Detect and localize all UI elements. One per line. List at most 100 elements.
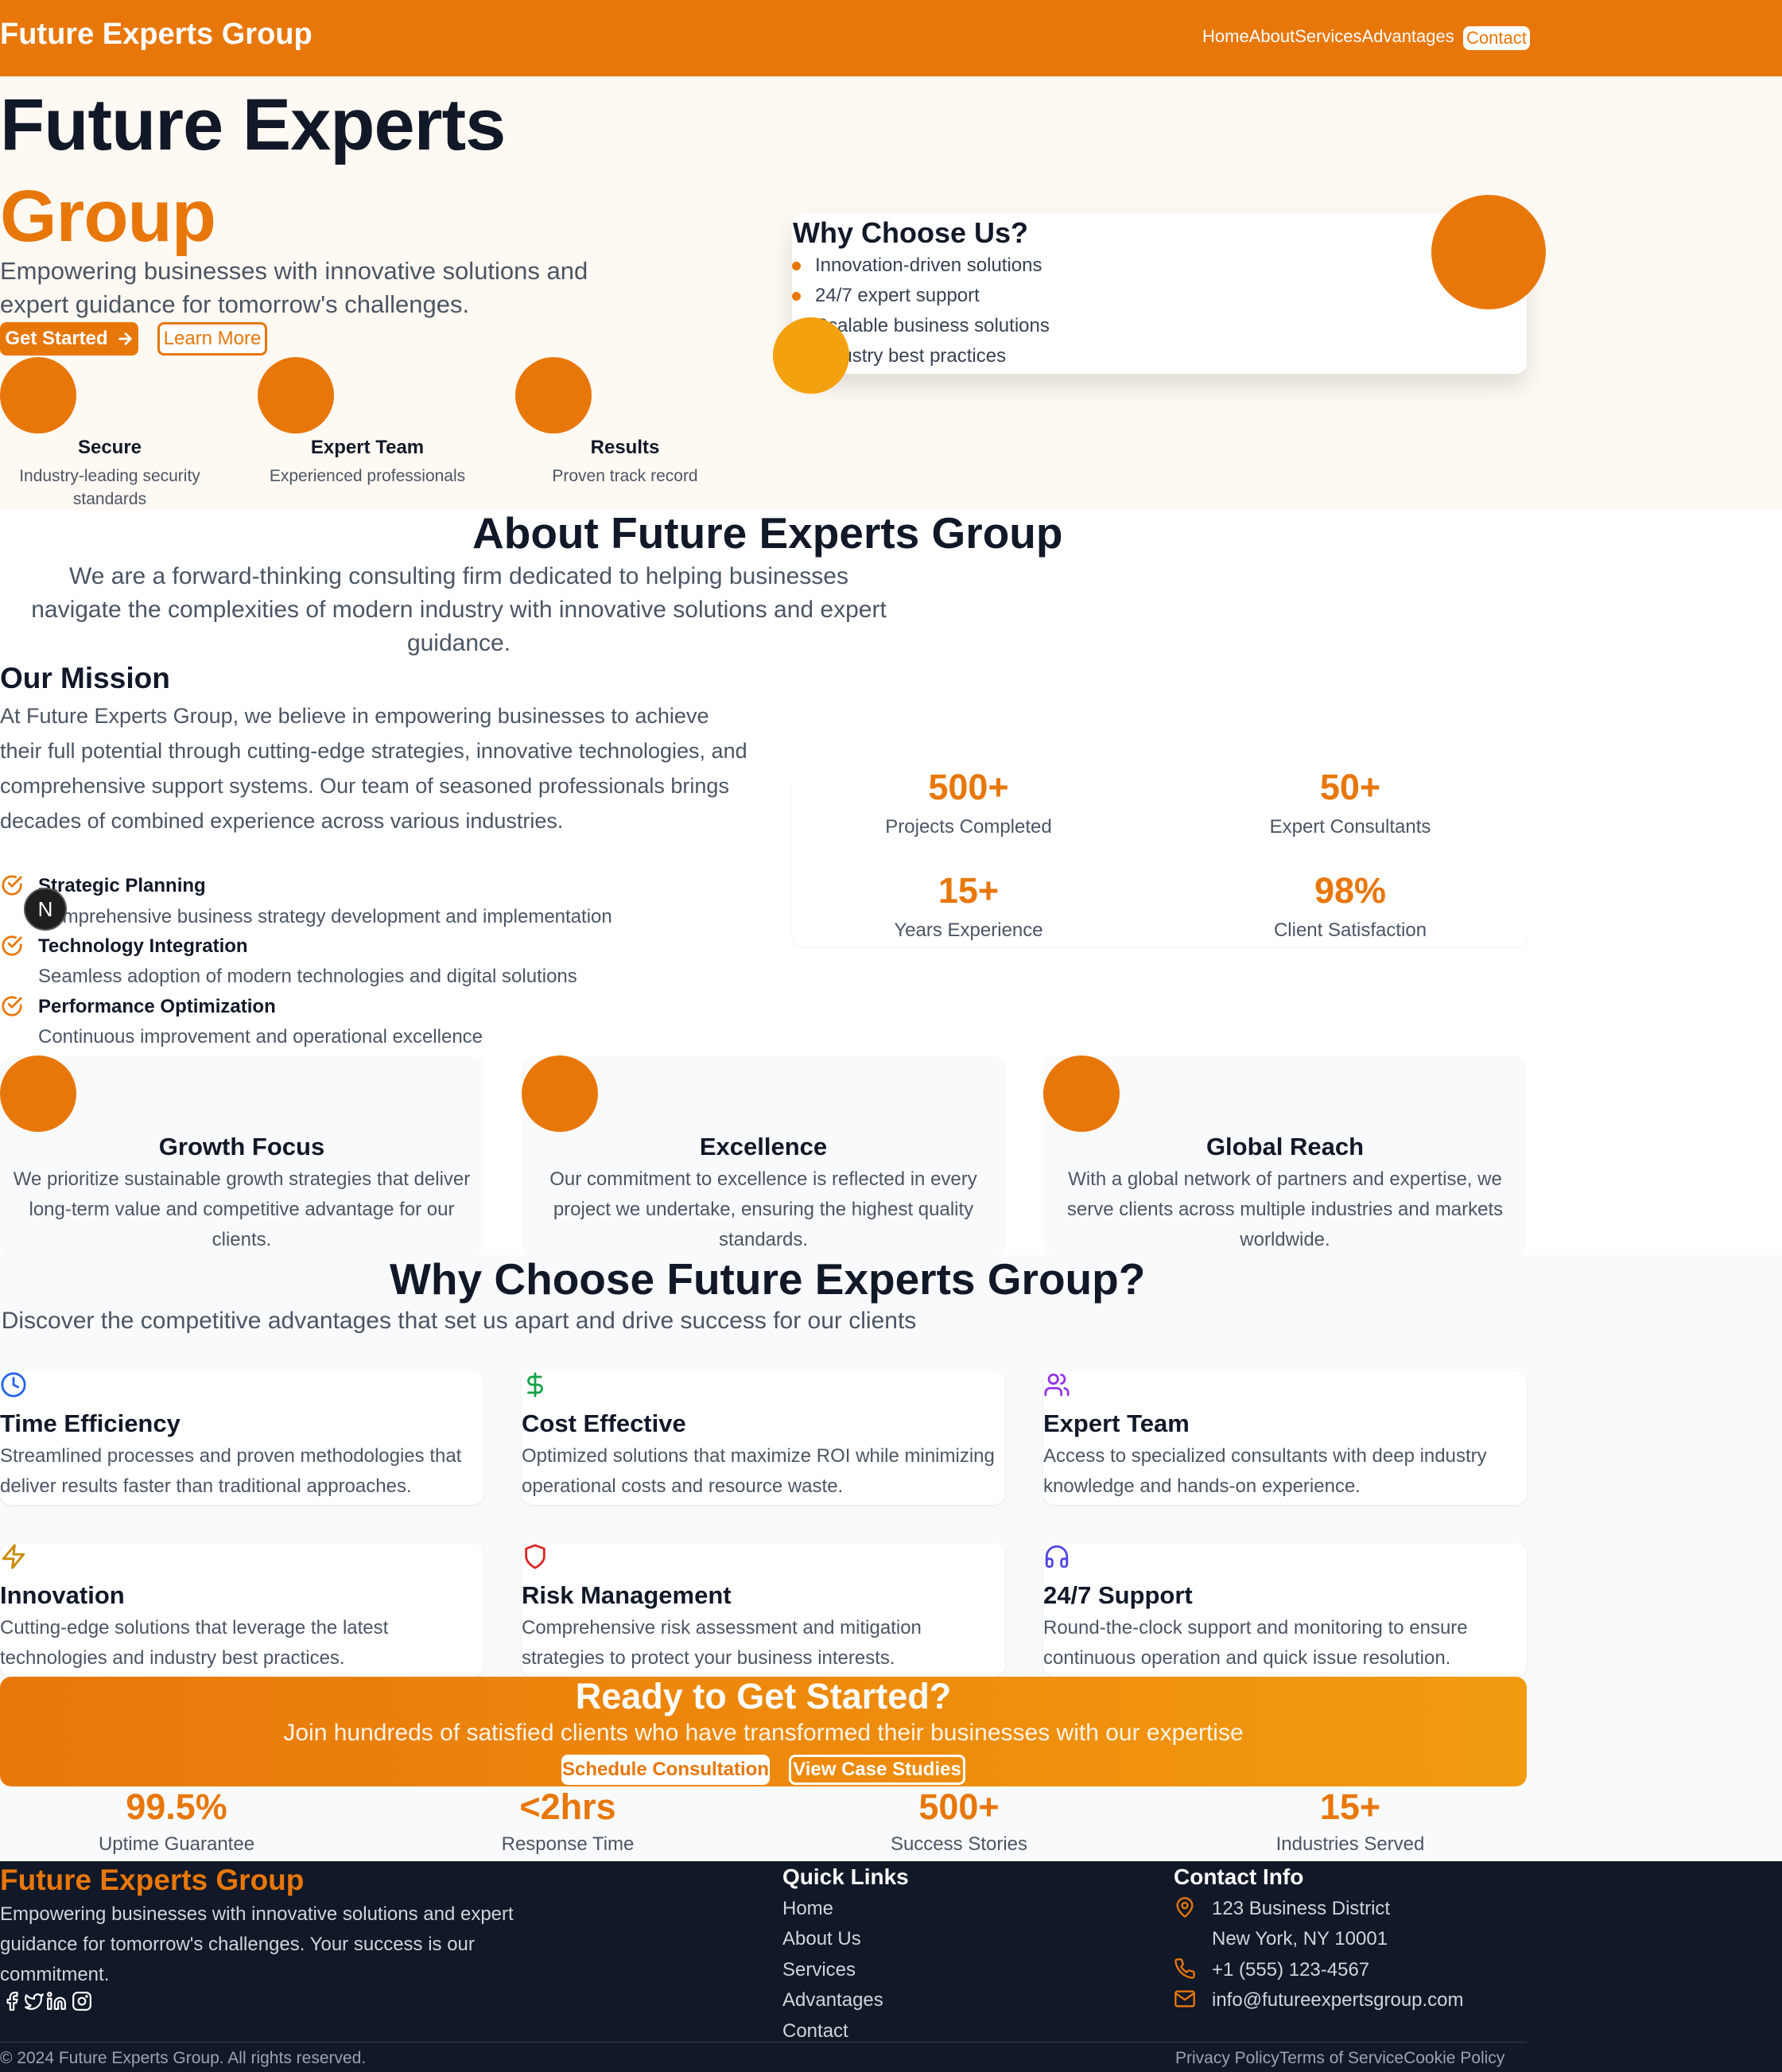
global-icon-circle xyxy=(1043,1055,1120,1132)
overlay-badge[interactable]: N xyxy=(24,888,67,931)
nav-links: Home About Services Advantages xyxy=(1202,26,1454,47)
get-started-button[interactable]: Get Started xyxy=(0,322,138,356)
brand-logo[interactable]: Future Experts Group xyxy=(0,17,313,52)
mission-title: Our Mission xyxy=(0,662,170,694)
value-title: Growth Focus xyxy=(158,1133,325,1160)
stat-value: 15+ xyxy=(938,870,1000,911)
stat-label: Client Satisfaction xyxy=(1273,919,1427,941)
nav-advantages[interactable]: Advantages xyxy=(1362,26,1454,47)
check-circle-icon xyxy=(2,935,22,956)
contact-info-title: Contact Info xyxy=(1174,1864,1304,1889)
secure-icon-circle xyxy=(0,357,76,433)
quick-links-title: Quick Links xyxy=(782,1864,909,1889)
advantage-desc: Streamlined processes and proven methodo… xyxy=(0,1445,462,1497)
facebook-icon[interactable] xyxy=(2,1991,22,2012)
metric-value: <2hrs xyxy=(519,1786,616,1827)
instagram-icon[interactable] xyxy=(72,1991,92,2012)
address-line-2: New York, NY 10001 xyxy=(1212,1928,1388,1950)
nav-home[interactable]: Home xyxy=(1202,26,1249,47)
footer-link-services[interactable]: Services xyxy=(782,1959,856,1981)
feature-title-expert-team: Expert Team xyxy=(310,437,425,458)
advantage-desc: Optimized solutions that maximize ROI wh… xyxy=(522,1445,995,1497)
zap-icon xyxy=(2,1544,25,1569)
learn-more-button[interactable]: Learn More xyxy=(157,322,267,356)
shield-icon xyxy=(525,1544,545,1569)
metric-label: Response Time xyxy=(501,1833,635,1855)
clock-icon xyxy=(1,1372,26,1398)
metric-value: 99.5% xyxy=(126,1786,227,1827)
dollar-icon xyxy=(527,1372,543,1398)
cookie-policy-link[interactable]: Cookie Policy xyxy=(1403,2049,1504,2068)
why-item: Innovation-driven solutions xyxy=(792,255,1042,277)
stat-label: Projects Completed xyxy=(885,816,1052,838)
value-title: Excellence xyxy=(699,1133,828,1160)
advantage-title: Expert Team xyxy=(1043,1409,1190,1437)
hero-subtitle: Empowering businesses with innovative so… xyxy=(0,257,588,318)
feature-desc-secure: Industry-leading security standards xyxy=(19,467,200,508)
nav-services[interactable]: Services xyxy=(1295,26,1361,47)
nav-contact-button[interactable]: Contact xyxy=(1463,26,1530,50)
advantage-title: Cost Effective xyxy=(522,1409,686,1437)
footer-link-about[interactable]: About Us xyxy=(782,1928,861,1950)
footer-brand: Future Experts Group xyxy=(0,1864,305,1896)
list-title-performance: Performance Optimization xyxy=(38,996,276,1017)
value-desc: We prioritize sustainable growth strateg… xyxy=(13,1168,471,1250)
advantages-title: Why Choose Future Experts Group? xyxy=(390,1254,1146,1304)
growth-icon-circle xyxy=(0,1055,76,1132)
copyright: © 2024 Future Experts Group. All rights … xyxy=(0,2049,367,2067)
hero-title-line2: Group xyxy=(0,176,216,257)
feature-title-secure: Secure xyxy=(77,437,142,458)
advantage-desc: Cutting-edge solutions that leverage the… xyxy=(0,1617,389,1669)
why-item: 24/7 expert support xyxy=(792,285,980,307)
stat-label: Expert Consultants xyxy=(1269,816,1431,838)
privacy-policy-link[interactable]: Privacy Policy xyxy=(1175,2049,1279,2068)
metric-label: Industries Served xyxy=(1275,1833,1425,1855)
advantage-desc: Access to specialized consultants with d… xyxy=(1043,1445,1487,1497)
twitter-icon[interactable] xyxy=(24,1991,45,2012)
footer-link-advantages[interactable]: Advantages xyxy=(782,1989,883,2012)
view-case-studies-button[interactable]: View Case Studies xyxy=(789,1755,965,1785)
value-desc: Our commitment to excellence is reflecte… xyxy=(549,1168,977,1250)
linkedin-icon[interactable] xyxy=(46,1991,67,2012)
mail-icon xyxy=(1174,1990,1195,2008)
advantages-lead: Discover the competitive advantages that… xyxy=(1,1308,917,1334)
phone-icon xyxy=(1174,1958,1195,1979)
about-title: About Future Experts Group xyxy=(472,508,1063,558)
mission-text: At Future Experts Group, we believe in e… xyxy=(0,704,747,833)
terms-of-service-link[interactable]: Terms of Service xyxy=(1279,2049,1403,2068)
advantage-title: Innovation xyxy=(0,1581,125,1609)
footer-link-contact[interactable]: Contact xyxy=(782,2020,848,2043)
cta-subtitle: Join hundreds of satisfied clients who h… xyxy=(283,1720,1244,1746)
footer-link-home[interactable]: Home xyxy=(782,1898,833,1920)
arrow-right-icon xyxy=(118,332,132,345)
hero-title: Future Experts Group xyxy=(0,80,506,262)
cta-title: Ready to Get Started? xyxy=(575,1676,952,1716)
metric-value: 15+ xyxy=(1319,1786,1381,1827)
legal-links: Privacy Policy Terms of Service Cookie P… xyxy=(1175,2049,1504,2068)
users-icon xyxy=(1044,1373,1070,1397)
excellence-icon-circle xyxy=(522,1055,598,1132)
check-circle-icon xyxy=(2,996,22,1017)
value-desc: With a global network of partners and ex… xyxy=(1066,1168,1504,1250)
advantage-desc: Round-the-clock support and monitoring t… xyxy=(1043,1617,1468,1669)
advantage-title: 24/7 Support xyxy=(1043,1581,1193,1609)
list-title-strategic: Strategic Planning xyxy=(38,875,206,896)
stat-value: 50+ xyxy=(1319,767,1381,807)
value-title: Global Reach xyxy=(1205,1133,1365,1160)
headphones-icon xyxy=(1045,1545,1069,1569)
footer-description: Empowering businesses with innovative so… xyxy=(0,1903,514,1985)
schedule-consultation-button[interactable]: Schedule Consultation xyxy=(561,1755,770,1785)
email-address[interactable]: info@futureexpertsgroup.com xyxy=(1212,1989,1464,2012)
advantage-desc: Comprehensive risk assessment and mitiga… xyxy=(522,1617,922,1669)
feature-desc-expert-team: Experienced professionals xyxy=(269,467,466,485)
stat-label: Years Experience xyxy=(894,919,1043,941)
why-card-title: Why Choose Us? xyxy=(793,216,1029,249)
advantage-title: Time Efficiency xyxy=(0,1409,181,1437)
list-title-technology: Technology Integration xyxy=(38,935,248,957)
why-item-text: Scalable business solutions xyxy=(815,315,1050,336)
phone-number[interactable]: +1 (555) 123-4567 xyxy=(1212,1959,1369,1981)
why-item-text: Innovation-driven solutions xyxy=(815,255,1042,276)
nav-about[interactable]: About xyxy=(1249,26,1295,47)
decorative-circle-large xyxy=(1431,195,1546,309)
advantage-title: Risk Management xyxy=(522,1581,732,1609)
